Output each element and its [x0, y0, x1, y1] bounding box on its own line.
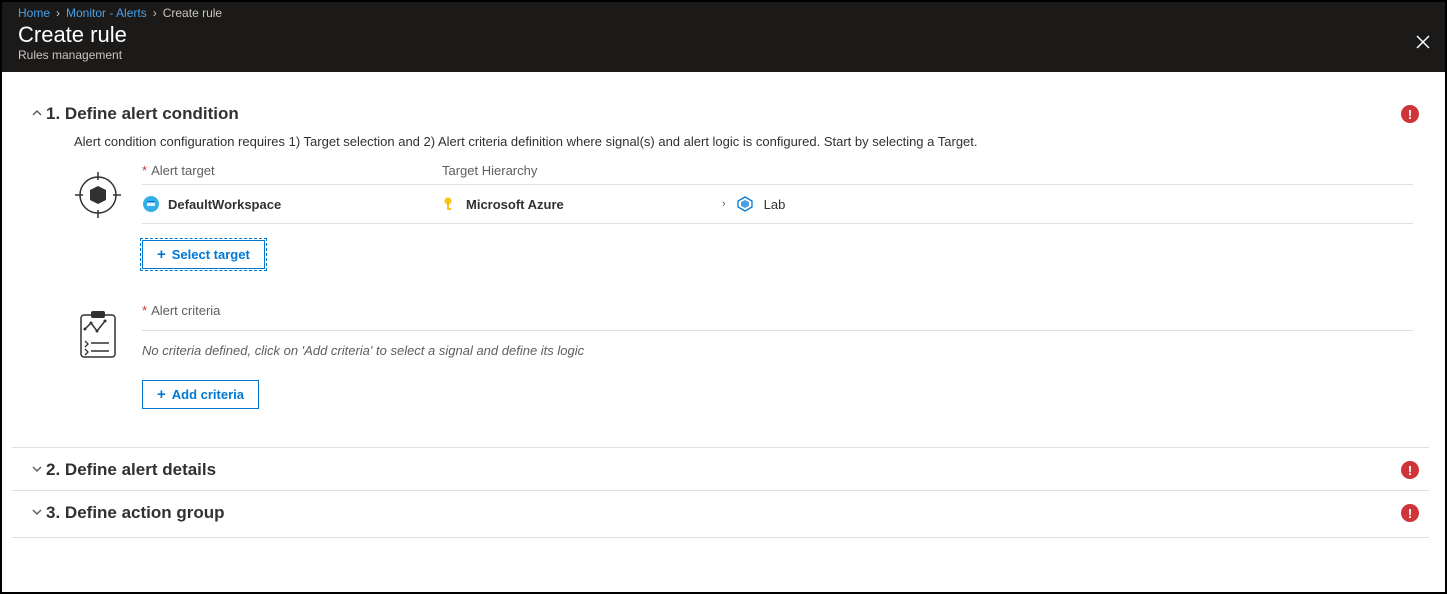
plus-icon: +	[157, 246, 166, 263]
section-1-header[interactable]: 1. Define alert condition !	[12, 92, 1429, 134]
close-button[interactable]	[1415, 34, 1431, 55]
alert-criteria-label: Alert criteria	[151, 303, 220, 318]
criteria-empty-message: No criteria defined, click on 'Add crite…	[142, 330, 1413, 364]
select-target-button[interactable]: + Select target	[142, 240, 265, 269]
chevron-up-icon	[28, 107, 46, 121]
content-area: 1. Define alert condition ! Alert condit…	[2, 72, 1445, 538]
breadcrumb-sep-icon: ›	[153, 6, 157, 20]
required-indicator: *	[142, 163, 147, 178]
section-1-title: 1. Define alert condition	[46, 104, 1401, 124]
breadcrumb-sep-icon: ›	[56, 6, 60, 20]
alert-target-value: DefaultWorkspace	[168, 197, 281, 212]
plus-icon: +	[157, 386, 166, 403]
hierarchy-subscription-value: Microsoft Azure	[466, 197, 564, 212]
breadcrumb-home[interactable]: Home	[18, 6, 50, 20]
resource-group-icon	[736, 195, 754, 213]
status-badge-error: !	[1401, 504, 1419, 522]
alert-target-block: * Alert target Target Hierarchy DefaultWo…	[74, 163, 1413, 269]
section-2-title: 2. Define alert details	[46, 460, 1401, 480]
alert-criteria-block: * Alert criteria No criteria defined, cli…	[74, 303, 1413, 409]
target-hierarchy-label: Target Hierarchy	[442, 163, 1413, 178]
breadcrumb-current: Create rule	[163, 6, 222, 20]
criteria-icon	[74, 311, 122, 359]
section-2-header[interactable]: 2. Define alert details !	[12, 447, 1429, 490]
workspace-icon	[142, 195, 160, 213]
chevron-down-icon	[28, 463, 46, 477]
add-criteria-button[interactable]: + Add criteria	[142, 380, 259, 409]
target-row: DefaultWorkspace Microsoft Azure › Lab	[142, 185, 1413, 224]
hierarchy-rg-value: Lab	[764, 197, 786, 212]
breadcrumb-monitor-alerts[interactable]: Monitor - Alerts	[66, 6, 147, 20]
chevron-right-icon: ›	[722, 198, 726, 210]
page-subtitle: Rules management	[18, 48, 1429, 62]
key-icon	[442, 196, 458, 212]
status-badge-error: !	[1401, 461, 1419, 479]
breadcrumb: Home › Monitor - Alerts › Create rule	[18, 2, 1429, 20]
chevron-down-icon	[28, 506, 46, 520]
section-3-title: 3. Define action group	[46, 503, 1401, 523]
section-3-header[interactable]: 3. Define action group !	[12, 490, 1429, 533]
section-1-body: Alert condition configuration requires 1…	[12, 134, 1429, 447]
alert-target-label: Alert target	[151, 163, 215, 178]
header-bar: Home › Monitor - Alerts › Create rule Cr…	[2, 2, 1445, 72]
target-icon	[74, 171, 122, 219]
status-badge-error: !	[1401, 105, 1419, 123]
required-indicator: *	[142, 303, 147, 318]
section-1-description: Alert condition configuration requires 1…	[74, 134, 1413, 149]
page-title: Create rule	[18, 22, 1429, 48]
close-icon	[1415, 34, 1431, 50]
